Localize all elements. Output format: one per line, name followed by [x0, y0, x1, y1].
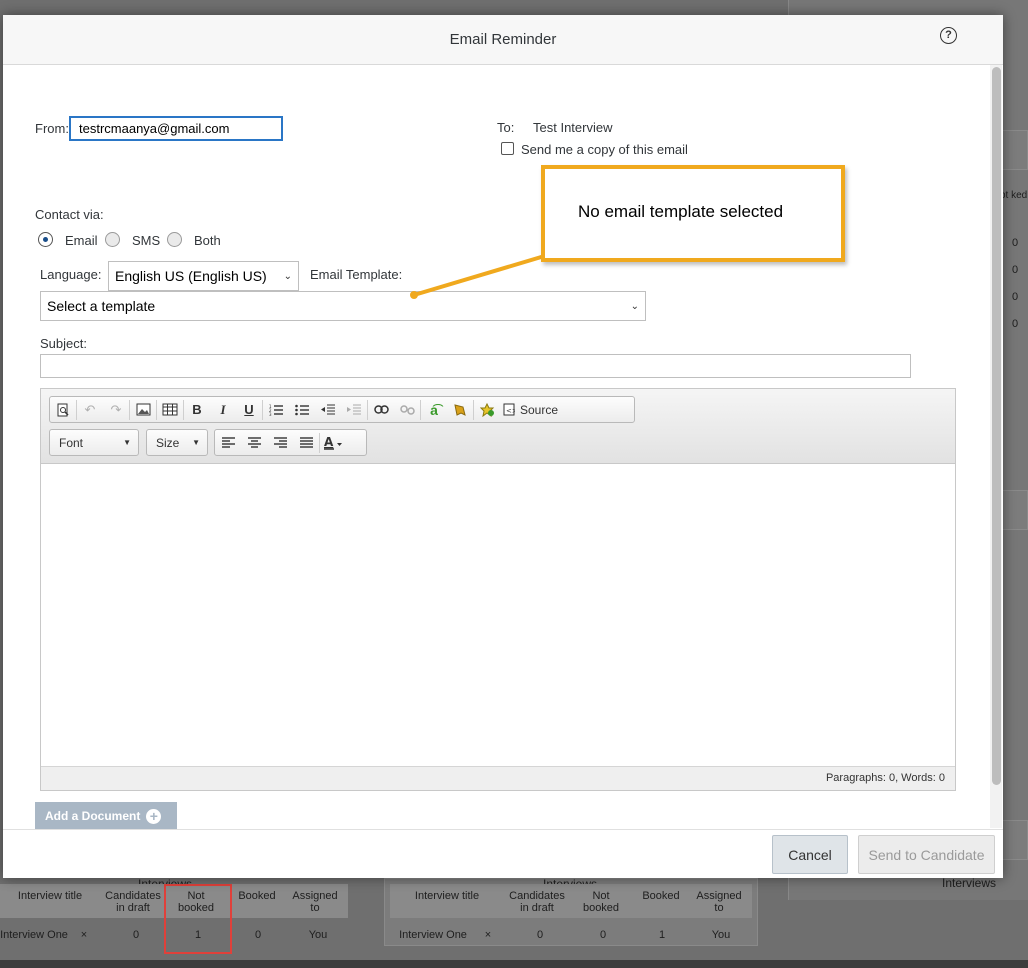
- callout-text: No email template selected: [578, 202, 784, 221]
- callout-pointer: [410, 253, 550, 299]
- annotation-callout: No email template selected: [541, 165, 845, 262]
